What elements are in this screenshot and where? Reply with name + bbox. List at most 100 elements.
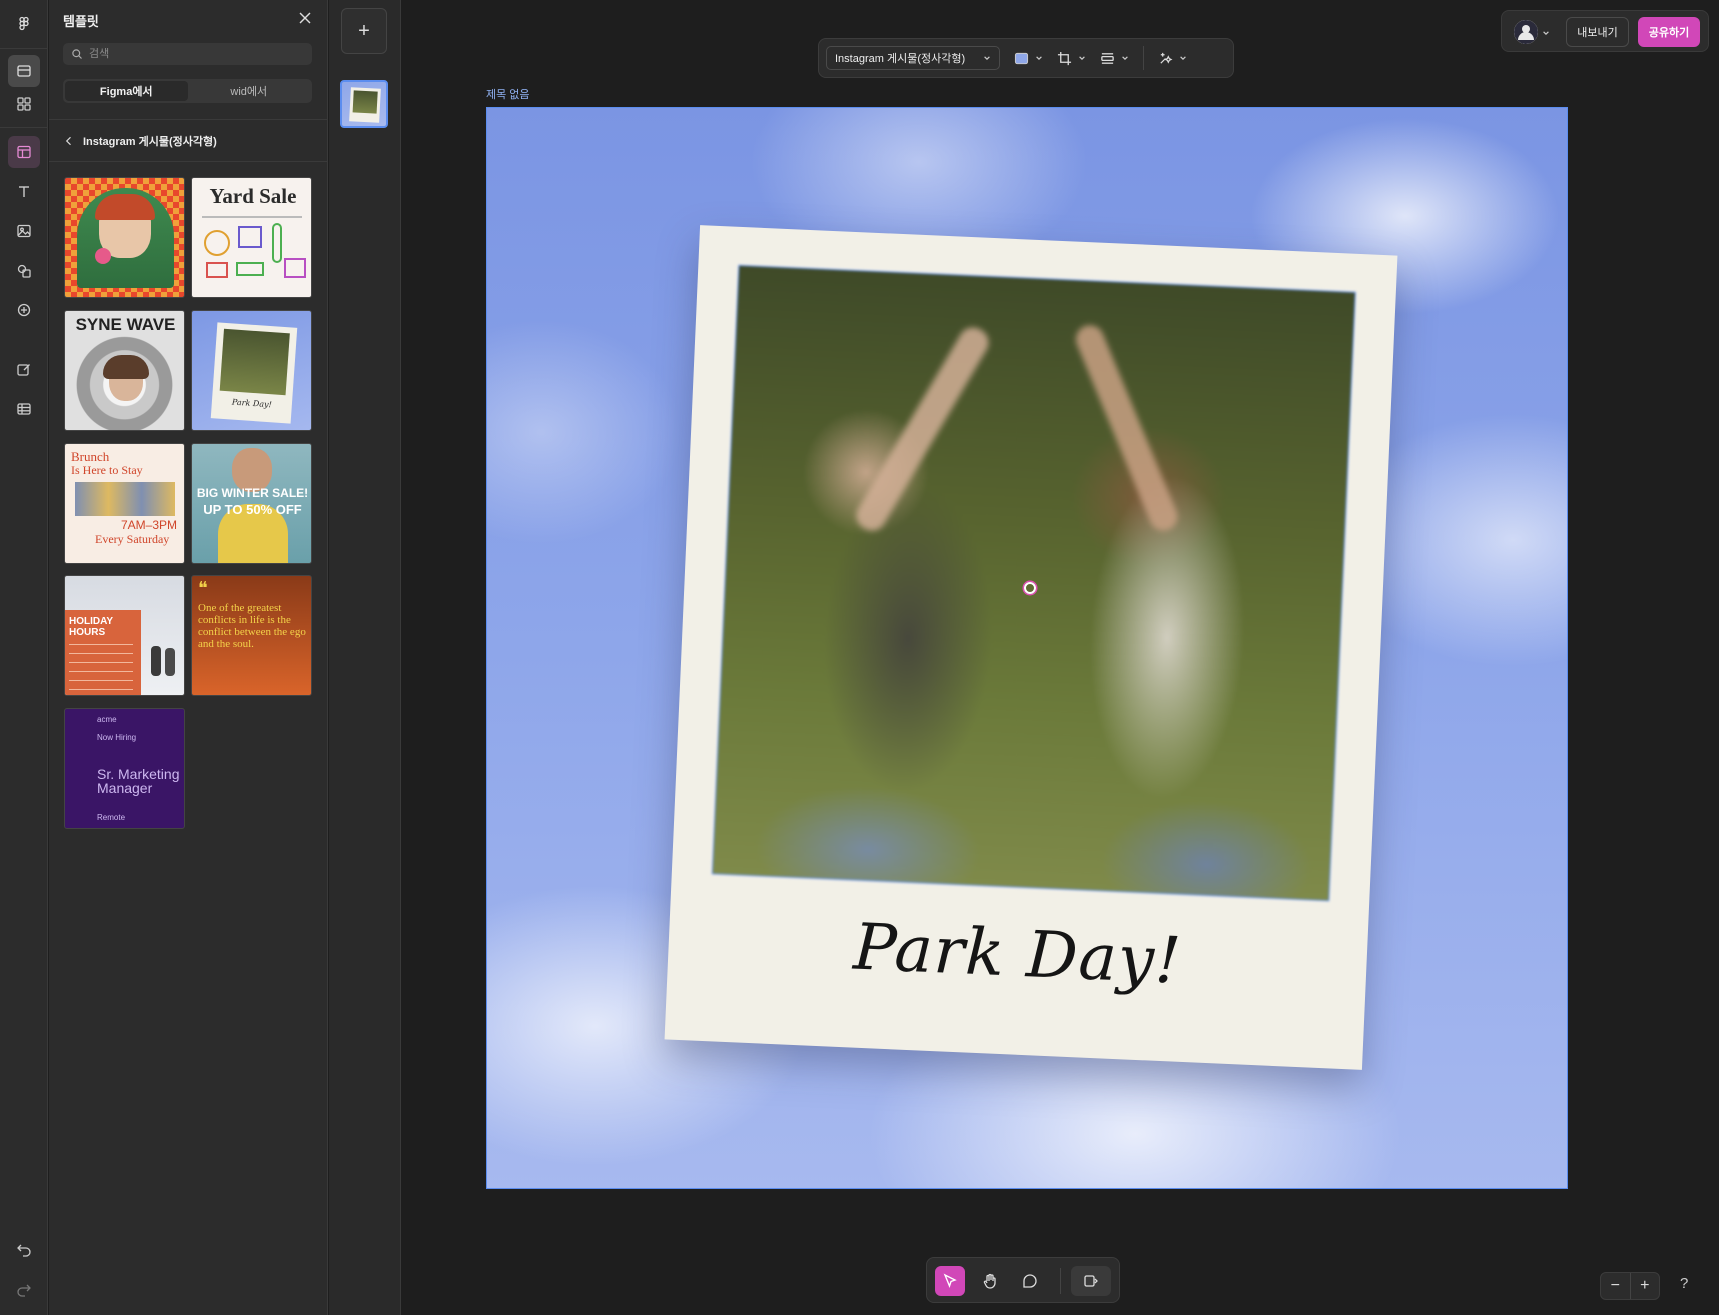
share-button[interactable]: 공유하기 — [1638, 17, 1700, 47]
chevron-down-icon[interactable] — [1542, 29, 1550, 37]
flower-icon — [95, 248, 111, 264]
close-icon[interactable] — [297, 10, 313, 26]
cursor-icon — [943, 1273, 957, 1289]
rotation-handle[interactable] — [1024, 582, 1036, 594]
toolbar-divider — [1143, 46, 1144, 70]
box-icon — [238, 226, 262, 248]
thumb-title: Yard Sale — [209, 184, 297, 208]
frame-label[interactable]: 제목 없음 — [486, 86, 530, 102]
redo-icon[interactable] — [8, 1273, 40, 1305]
edit-icon[interactable] — [8, 354, 40, 386]
ball-icon — [204, 230, 230, 256]
undo-icon[interactable] — [8, 1233, 40, 1265]
avatar[interactable] — [1514, 20, 1538, 44]
search-icon — [72, 49, 82, 59]
template-thumb-winter-sale[interactable]: BIG WINTER SALE! UP TO 50% OFF — [191, 443, 312, 564]
magic-effects-button[interactable] — [1158, 46, 1187, 70]
shelf-icon — [284, 258, 306, 278]
panel-title: 템플릿 — [63, 14, 99, 29]
align-button[interactable] — [1100, 46, 1129, 70]
design-frame[interactable]: Park Day! — [486, 107, 1568, 1189]
thumb-photo — [219, 328, 290, 396]
template-thumb-hiring[interactable]: acme Now Hiring Sr. Marketing Manager Re… — [64, 708, 185, 829]
dev-mode-icon — [1084, 1275, 1098, 1287]
template-thumb-park-day[interactable]: Park Day! — [191, 310, 312, 431]
thumb-quote: One of the greatest conflicts in life is… — [198, 602, 306, 650]
tab-from-wid[interactable]: wid에서 — [188, 81, 311, 101]
photo-arm — [851, 322, 994, 536]
table-icon[interactable] — [8, 393, 40, 425]
plugins-icon[interactable] — [8, 294, 40, 326]
export-button[interactable]: 내보내기 — [1566, 17, 1629, 47]
thumb-rows — [69, 644, 133, 690]
template-thumb-holiday-hours[interactable]: HOLIDAY HOURS — [64, 575, 185, 696]
fill-swatch-icon — [1014, 52, 1029, 64]
zoom-out-button[interactable]: − — [1601, 1273, 1630, 1299]
tab-from-figma[interactable]: Figma에서 — [65, 81, 188, 101]
template-thumb-yard-sale[interactable]: Yard Sale — [191, 177, 312, 298]
template-thumb-quote[interactable]: ❝ One of the greatest conflicts in life … — [191, 575, 312, 696]
thumb-time: 7AM–3PM — [121, 518, 178, 532]
move-tool-button[interactable] — [935, 1266, 965, 1296]
chair-icon — [206, 262, 228, 278]
chevron-down-icon — [1180, 56, 1186, 61]
breadcrumb-label: Instagram 게시물(정사각형) — [83, 136, 217, 148]
align-icon — [1101, 52, 1114, 64]
comment-icon — [1023, 1274, 1037, 1288]
templates-icon[interactable] — [8, 136, 40, 168]
thumb-hair — [103, 355, 149, 379]
assets-grid-icon[interactable] — [8, 88, 40, 120]
hand-tool-button[interactable] — [975, 1266, 1005, 1296]
user-icon — [1514, 20, 1538, 44]
dev-mode-toggle[interactable] — [1071, 1266, 1111, 1296]
template-thumb-brunch[interactable]: Brunch Is Here to Stay 7AM–3PM Every Sat… — [64, 443, 185, 564]
rail-divider — [0, 127, 48, 128]
source-tabs: Figma에서 wid에서 — [63, 79, 312, 103]
search-input[interactable] — [89, 48, 289, 60]
text-tool-icon[interactable] — [8, 176, 40, 208]
panel-divider — [49, 119, 328, 120]
crop-icon — [1057, 51, 1072, 65]
help-button[interactable]: ? — [1680, 1275, 1688, 1292]
rail-divider — [0, 48, 48, 49]
thumb-title: SYNE WAVE — [75, 315, 176, 334]
thumb-hair — [95, 194, 155, 220]
thumb-polaroid: Park Day! — [210, 322, 298, 424]
thumb-photo — [352, 90, 378, 114]
polaroid-card[interactable]: Park Day! — [664, 225, 1398, 1070]
thumb-label: Now Hiring — [97, 733, 137, 742]
caption-text[interactable]: Park Day! — [667, 903, 1368, 1007]
zoom-controls: − + — [1600, 1272, 1660, 1300]
pages-column: + — [329, 0, 401, 1315]
thumb-photos — [75, 482, 175, 516]
shapes-tool-icon[interactable] — [8, 255, 40, 287]
chevron-down-icon — [1036, 56, 1042, 61]
crop-button[interactable] — [1057, 46, 1086, 70]
chevron-down-icon — [1122, 56, 1128, 61]
template-search[interactable] — [63, 43, 312, 65]
thumb-person — [151, 646, 161, 676]
panel-divider — [49, 161, 328, 162]
figma-logo-icon[interactable] — [8, 8, 40, 40]
add-page-button[interactable]: + — [341, 8, 387, 54]
hand-icon — [983, 1273, 996, 1289]
template-thumb-portrait[interactable] — [64, 177, 185, 298]
bottom-toolbar — [926, 1257, 1120, 1303]
fill-color-button[interactable] — [1014, 46, 1043, 70]
thumb-person — [165, 648, 175, 676]
zoom-in-button[interactable]: + — [1631, 1273, 1660, 1299]
sparkle-icon — [1160, 52, 1173, 64]
chevron-left-icon — [65, 136, 71, 146]
layers-icon[interactable] — [8, 55, 40, 87]
page-thumbnail[interactable] — [340, 80, 388, 128]
template-thumb-syne-wave[interactable]: SYNE WAVE — [64, 310, 185, 431]
quote-icon: ❝ — [198, 578, 208, 598]
comment-tool-button[interactable] — [1015, 1266, 1045, 1296]
thumb-subtitle: UP TO 50% OFF — [203, 502, 302, 517]
thumb-brand: acme — [97, 715, 117, 724]
top-right-actions: 내보내기 공유하기 — [1501, 10, 1709, 52]
image-tool-icon[interactable] — [8, 215, 40, 247]
breadcrumb[interactable]: Instagram 게시물(정사각형) — [63, 131, 217, 151]
format-select[interactable]: Instagram 게시물(정사각형) — [826, 46, 1000, 70]
thumb-title: HOLIDAY — [69, 616, 114, 627]
